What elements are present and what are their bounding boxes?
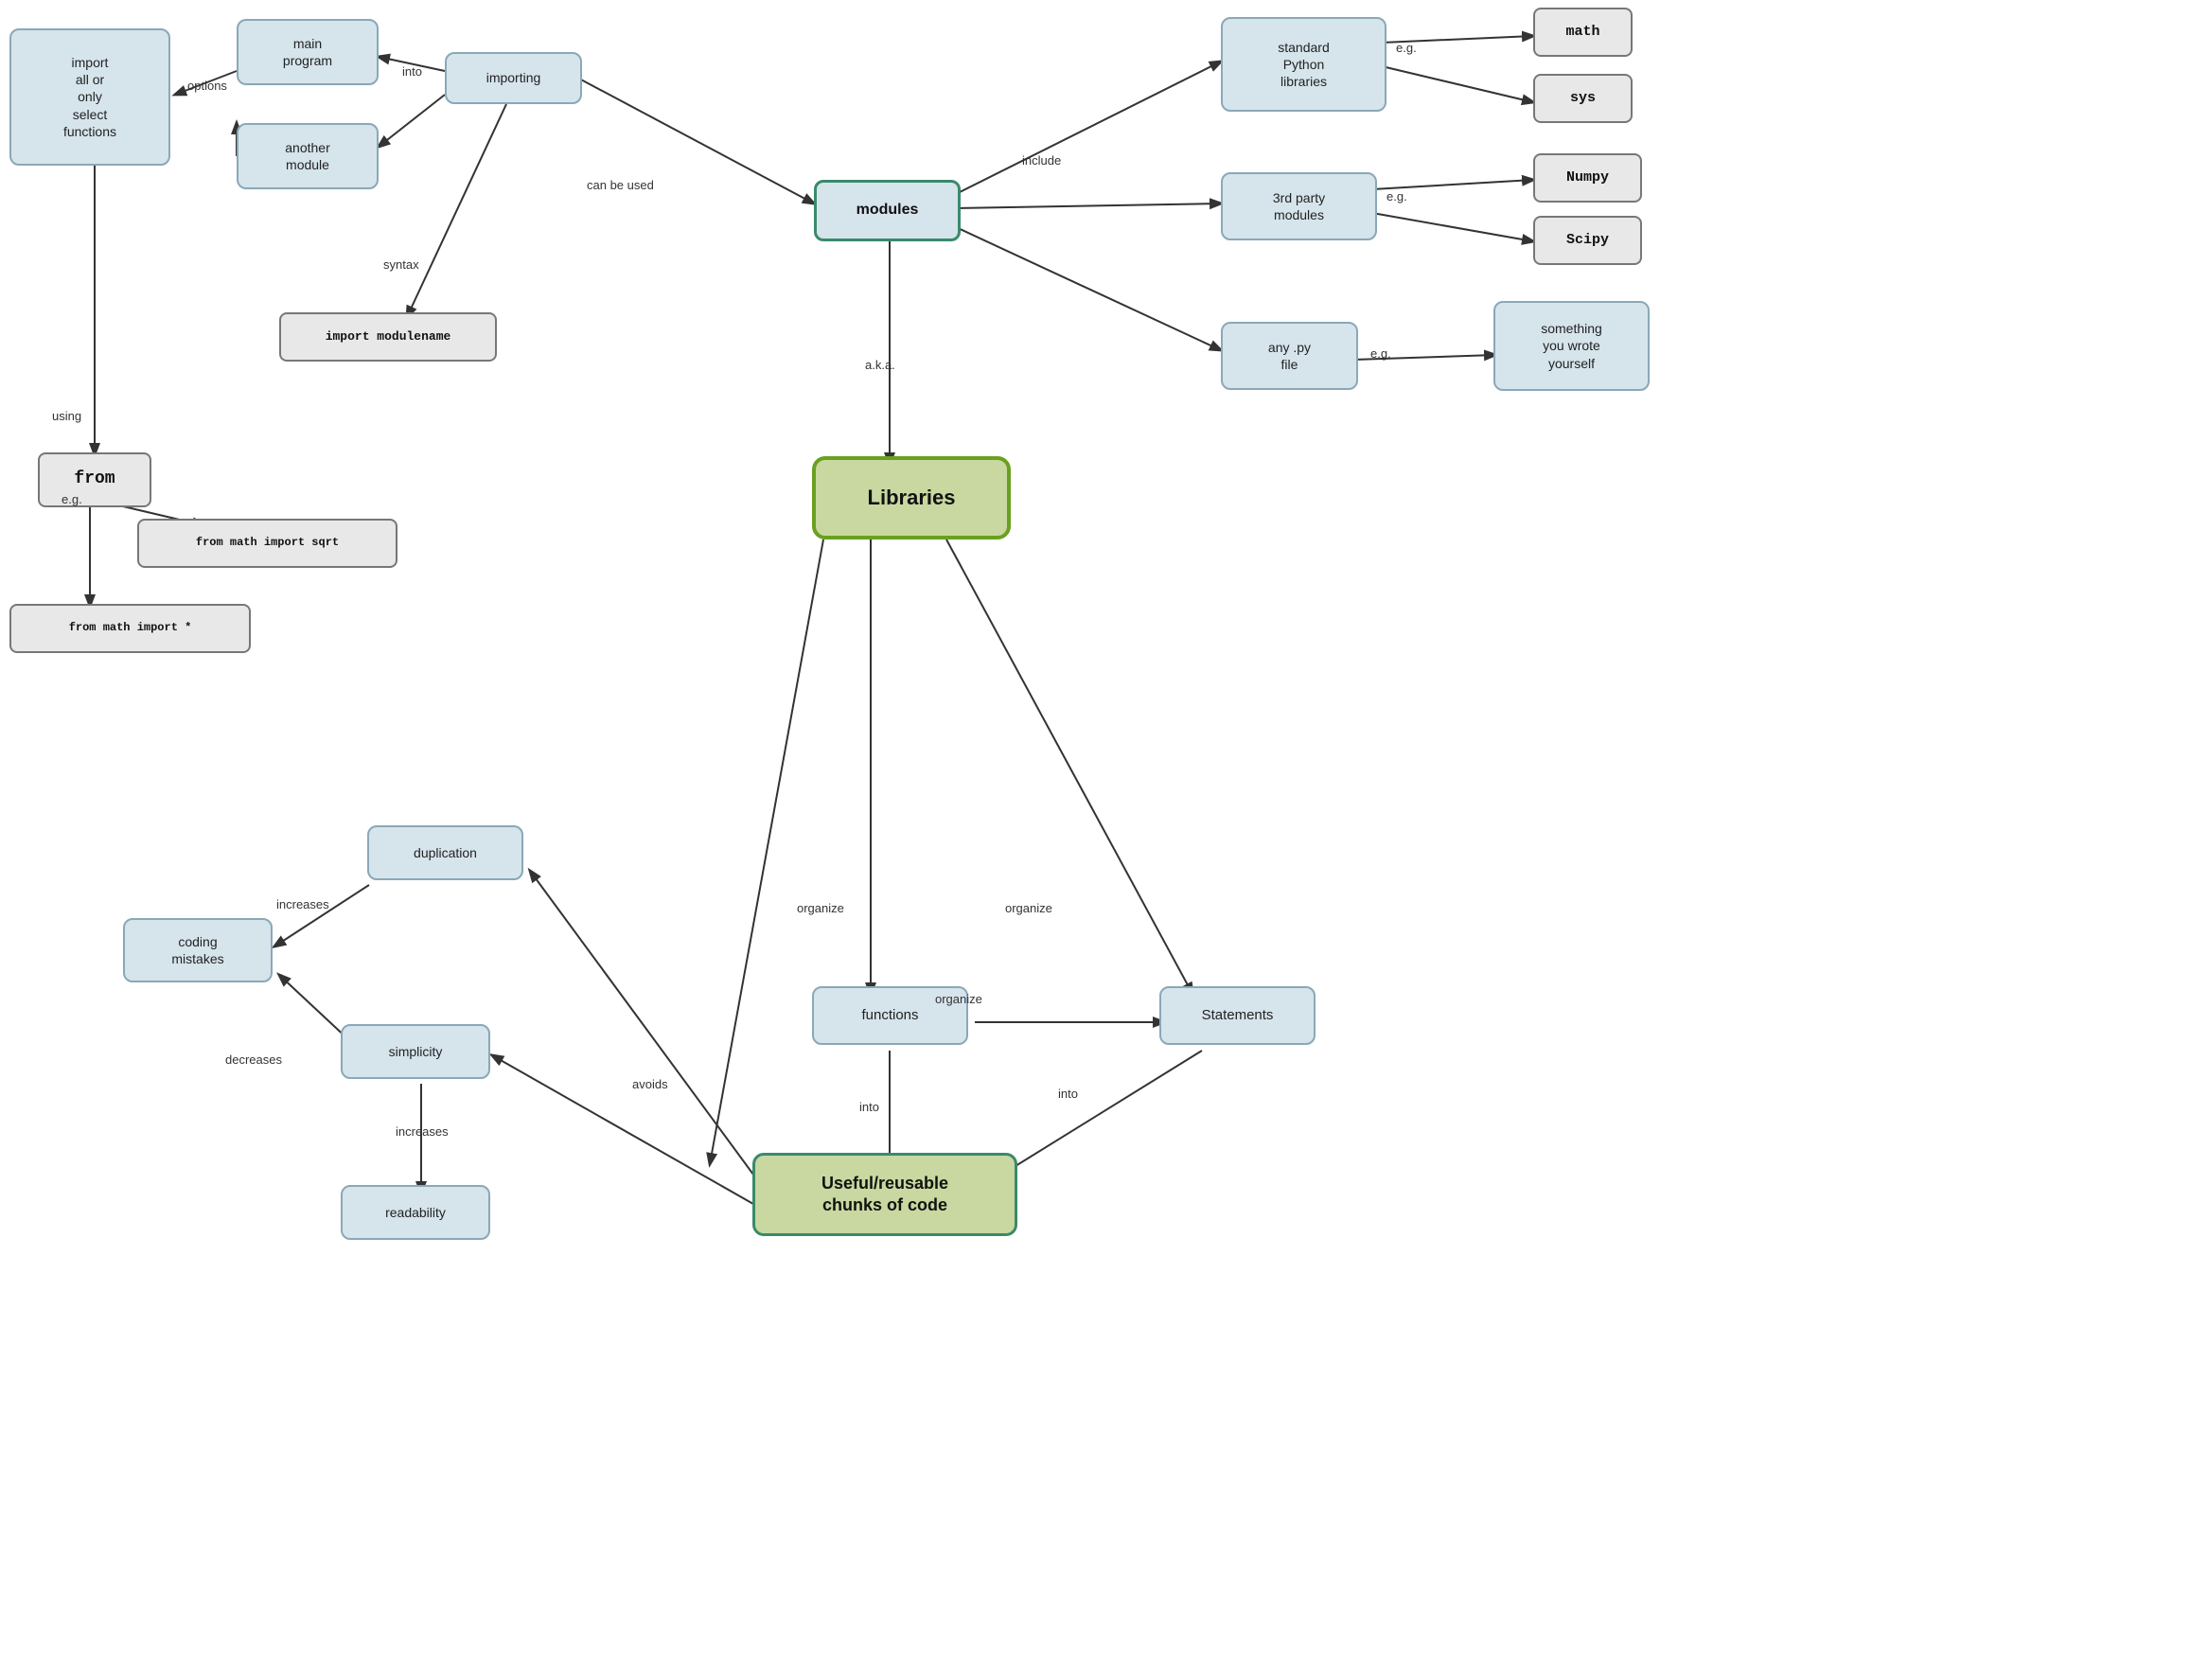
useful-reusable-node: Useful/reusablechunks of code: [752, 1153, 1017, 1236]
from-math-star-node: from math import *: [9, 604, 251, 653]
from-math-sqrt-label: from math import sqrt: [196, 536, 339, 551]
organize1-label: organize: [797, 901, 844, 915]
libraries-node: Libraries: [812, 456, 1011, 539]
modules-node: modules: [814, 180, 961, 241]
scipy-node: Scipy: [1533, 216, 1642, 265]
third-party-node: 3rd partymodules: [1221, 172, 1377, 240]
syntax-label: syntax: [383, 257, 419, 272]
readability-label: readability: [385, 1204, 446, 1221]
increases1-label: increases: [276, 897, 329, 911]
math-node: math: [1533, 8, 1633, 57]
include-label: include: [1022, 153, 1061, 168]
into2-label: into: [859, 1100, 879, 1114]
eg-standard-label: e.g.: [1396, 41, 1417, 55]
decreases-label: decreases: [225, 1052, 282, 1067]
organize2-label: organize: [1005, 901, 1052, 915]
from-math-star-label: from math import *: [69, 621, 192, 636]
sys-label: sys: [1570, 89, 1596, 108]
another-module-node: anothermodule: [237, 123, 379, 189]
main-program-label: mainprogram: [283, 35, 332, 69]
aka-label: a.k.a.: [865, 358, 895, 372]
duplication-label: duplication: [414, 844, 477, 861]
modules-label: modules: [857, 201, 919, 221]
standard-python-label: standardPythonlibraries: [1278, 39, 1329, 91]
avoids-label: avoids: [632, 1077, 668, 1091]
coding-mistakes-node: codingmistakes: [123, 918, 273, 982]
into3-label: into: [1058, 1087, 1078, 1101]
functions-node: functions: [812, 986, 968, 1045]
something-yourself-node: somethingyou wroteyourself: [1493, 301, 1650, 391]
statements-label: Statements: [1202, 1006, 1274, 1025]
from-math-sqrt-node: from math import sqrt: [137, 519, 397, 568]
eg-third-label: e.g.: [1386, 189, 1407, 203]
from-keyword-label: from: [74, 469, 115, 490]
statements-node: Statements: [1159, 986, 1316, 1045]
sys-node: sys: [1533, 74, 1633, 123]
math-label: math: [1565, 23, 1599, 42]
into-label: into: [402, 64, 422, 79]
simplicity-node: simplicity: [341, 1024, 490, 1079]
functions-label: functions: [861, 1006, 918, 1025]
readability-node: readability: [341, 1185, 490, 1240]
scipy-label: Scipy: [1566, 231, 1609, 250]
something-yourself-label: somethingyou wroteyourself: [1541, 320, 1602, 372]
third-party-label: 3rd partymodules: [1273, 189, 1325, 223]
from-keyword-node: from: [38, 452, 151, 507]
import-modulename-label: import modulename: [326, 329, 451, 345]
numpy-label: Numpy: [1566, 168, 1609, 187]
another-module-label: anothermodule: [285, 139, 329, 173]
simplicity-label: simplicity: [389, 1043, 443, 1060]
any-py-node: any .pyfile: [1221, 322, 1358, 390]
coding-mistakes-label: codingmistakes: [171, 933, 223, 967]
importing-label: importing: [486, 69, 541, 86]
duplication-node: duplication: [367, 825, 523, 880]
importing-node: importing: [445, 52, 582, 104]
increases2-label: increases: [396, 1124, 449, 1139]
options-label: options: [187, 79, 227, 93]
import-modulename-node: import modulename: [279, 312, 497, 362]
standard-python-node: standardPythonlibraries: [1221, 17, 1386, 112]
any-py-label: any .pyfile: [1268, 339, 1311, 373]
eg-any-label: e.g.: [1370, 346, 1391, 361]
libraries-label: Libraries: [868, 485, 956, 512]
import-options-node: import all or only select functions: [9, 28, 170, 166]
useful-reusable-label: Useful/reusablechunks of code: [821, 1173, 948, 1217]
using-label: using: [52, 409, 81, 423]
main-program-node: mainprogram: [237, 19, 379, 85]
can-be-used-label: can be used: [587, 178, 654, 192]
numpy-node: Numpy: [1533, 153, 1642, 203]
import-options-label: import all or only select functions: [63, 54, 116, 140]
